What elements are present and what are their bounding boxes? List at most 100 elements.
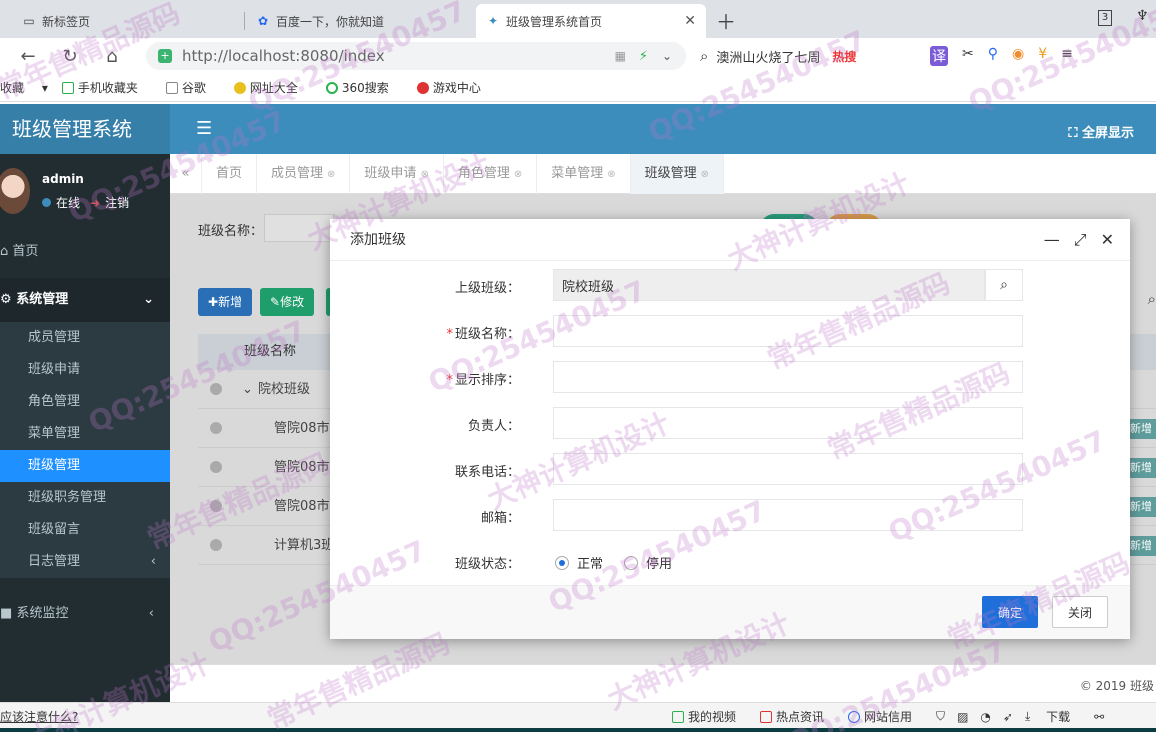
reload-icon[interactable]: ↻	[56, 46, 84, 67]
sidebar-item-class-manage[interactable]: 班级管理	[0, 450, 170, 482]
close-icon[interactable]: ⊗	[420, 169, 428, 180]
image-icon[interactable]: ▨	[957, 710, 968, 724]
sidebar-section-monitor[interactable]: ■ 系统监控 ‹	[0, 592, 170, 636]
parent-class-input[interactable]	[553, 269, 985, 301]
logout-link[interactable]: 注销	[105, 194, 129, 211]
bookmark-favorites[interactable]: 收藏 ▾	[0, 79, 48, 96]
sidebar-item-class-duties[interactable]: 班级职务管理	[0, 482, 170, 514]
edit-button[interactable]: ✎修改	[260, 288, 315, 316]
shield-icon[interactable]: ⛉	[936, 709, 945, 724]
row-add-button[interactable]: 新增	[1126, 497, 1156, 517]
translate-icon[interactable]: 译	[930, 46, 948, 66]
bookmark-sites[interactable]: 网址大全	[233, 79, 312, 96]
tab-roles[interactable]: 角色管理 ⊗	[444, 153, 538, 194]
sidebar-item-home[interactable]: ⌂ 首页	[0, 230, 170, 274]
row-add-button[interactable]: 新增	[1126, 536, 1156, 556]
phone-input[interactable]	[553, 453, 1023, 485]
close-tab-icon[interactable]: ✕	[684, 13, 696, 29]
row-add-button[interactable]: 新增	[1126, 458, 1156, 478]
qr-code-icon[interactable]: ▦	[615, 49, 626, 63]
row-add-button[interactable]: 新增	[1126, 419, 1156, 439]
lightning-icon[interactable]: ⚡	[639, 49, 648, 64]
display-order-input[interactable]	[553, 361, 1023, 393]
sidebar-item-menus[interactable]: 菜单管理	[0, 418, 170, 450]
rocket-icon[interactable]: ➶	[1003, 710, 1013, 724]
search-icon: ⌕	[700, 47, 709, 65]
close-icon[interactable]: ⊗	[514, 169, 522, 180]
app-title[interactable]: 班级管理系统	[0, 104, 170, 154]
sidebar-item-class-apply[interactable]: 班级申请	[0, 354, 170, 386]
close-icon[interactable]: ⊗	[327, 169, 335, 180]
tab-home[interactable]: 首页	[202, 153, 258, 194]
status-my-videos[interactable]: 我的视频	[672, 708, 748, 725]
speed-icon[interactable]: ◔	[980, 710, 990, 724]
table-search-icon[interactable]: ⌕	[1148, 290, 1156, 308]
status-site-credit[interactable]: 网站信用	[848, 708, 924, 725]
confirm-button[interactable]: 确定	[982, 596, 1038, 628]
magnifier-icon[interactable]: ⚲	[988, 46, 998, 66]
add-button[interactable]: ✚新增	[198, 288, 253, 316]
row-radio[interactable]	[210, 539, 222, 551]
sidebar-item-members[interactable]: 成员管理	[0, 322, 170, 354]
plus-icon: ✚	[208, 295, 219, 309]
status-radio-normal[interactable]: 正常	[555, 553, 603, 572]
minimize-icon[interactable]: —	[1044, 219, 1060, 261]
leader-input[interactable]	[553, 407, 1023, 439]
search-icon[interactable]: ⌕	[985, 269, 1023, 301]
tab-menus[interactable]: 菜单管理 ⊗	[537, 153, 631, 194]
browser-tab-baidu[interactable]: ✿ 百度一下，你就知道	[246, 4, 474, 38]
new-tab-plus-icon[interactable]: ＋	[716, 6, 736, 35]
tab-members[interactable]: 成员管理 ⊗	[257, 153, 351, 194]
status-download[interactable]: ⤓ 下载	[1025, 708, 1082, 725]
taskbar-strip	[0, 728, 1156, 732]
row-radio[interactable]	[210, 383, 222, 395]
class-name-input[interactable]	[553, 315, 1023, 347]
menu-more-icon[interactable]: ≡	[1061, 46, 1073, 66]
sidebar-section-system[interactable]: ⚙ 系统管理 ⌄	[0, 278, 170, 322]
status-left-link[interactable]: 应该注意什么?	[0, 708, 78, 725]
coin-icon[interactable]: ¥	[1038, 46, 1047, 66]
browser-status-bar: 应该注意什么? 我的视频 热点资讯 网站信用 ⛉ ▨ ◔ ➶ ⤓ 下载 ⚯	[0, 702, 1156, 728]
url-field[interactable]: + http://localhost:8080/index ▦ ⚡ ⌄	[146, 42, 686, 70]
browser-tab-active[interactable]: ✦ 班级管理系统首页 ✕	[476, 4, 706, 38]
close-icon[interactable]: ⊗	[607, 169, 615, 180]
menu-toggle-icon[interactable]: ☰	[196, 118, 212, 139]
status-radio-disabled[interactable]: 停用	[624, 553, 672, 572]
close-icon[interactable]: ✕	[1101, 219, 1114, 261]
row-radio[interactable]	[210, 461, 222, 473]
tab-count-icon[interactable]: 3	[1098, 10, 1112, 26]
bookmark-google[interactable]: 谷歌	[165, 79, 220, 96]
status-hot-news[interactable]: 热点资讯	[760, 708, 836, 725]
close-button[interactable]: 关闭	[1052, 596, 1108, 628]
search-box[interactable]: ⌕ 澳洲山火烧了七周 热搜	[700, 42, 910, 70]
required-asterisk: *	[446, 327, 453, 342]
play-icon	[672, 710, 684, 723]
tab-class-apply[interactable]: 班级申请 ⊗	[350, 153, 444, 194]
logout-icon[interactable]: ➜	[90, 196, 100, 210]
row-radio[interactable]	[210, 422, 222, 434]
sidebar-item-class-messages[interactable]: 班级留言	[0, 514, 170, 546]
bookmark-games[interactable]: 游戏中心	[416, 79, 495, 96]
scissors-icon[interactable]: ✂	[962, 46, 974, 66]
shirt-icon[interactable]: ♆	[1136, 8, 1149, 24]
bookmark-mobile[interactable]: 手机收藏夹	[61, 79, 152, 96]
email-input[interactable]	[553, 499, 1023, 531]
back-arrow-icon[interactable]: ←	[14, 46, 42, 67]
fullscreen-button[interactable]: ⛶ 全屏显示	[1068, 122, 1134, 141]
browser-tab-new[interactable]: ▭ 新标签页	[12, 4, 242, 38]
tabs-scroll-left-icon[interactable]: «	[170, 153, 202, 194]
bookmark-360[interactable]: 360搜索	[325, 79, 403, 96]
tab-class-manage[interactable]: 班级管理 ⊗	[630, 153, 725, 194]
home-icon[interactable]: ⌂	[98, 46, 126, 67]
game-controller-icon[interactable]: ◉	[1012, 46, 1024, 66]
maximize-icon[interactable]: ⤢	[1074, 219, 1087, 261]
row-radio[interactable]	[210, 500, 222, 512]
extension-icon[interactable]: ⚯	[1094, 710, 1104, 724]
sidebar-item-roles[interactable]: 角色管理	[0, 386, 170, 418]
filter-input[interactable]	[264, 214, 334, 242]
close-icon[interactable]: ⊗	[701, 169, 709, 180]
expand-caret-icon[interactable]: ⌄	[242, 370, 253, 409]
sidebar-item-logs[interactable]: 日志管理 ‹	[0, 546, 170, 578]
dialog-controls: — ⤢ ✕	[1030, 219, 1114, 261]
chevron-down-icon[interactable]: ⌄	[662, 49, 672, 63]
